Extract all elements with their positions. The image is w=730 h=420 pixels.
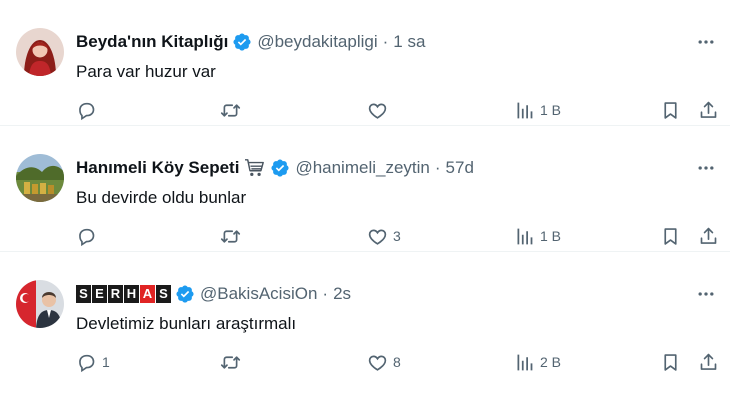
verified-badge-icon [175, 284, 195, 304]
share-icon [700, 227, 717, 244]
share-icon [700, 353, 717, 370]
like-button[interactable]: 3 [367, 224, 401, 248]
analytics-icon [517, 228, 533, 244]
like-count: 8 [393, 354, 401, 370]
action-bar: 1 B [0, 98, 730, 122]
separator-dot: · [322, 284, 329, 303]
retweet-icon [220, 229, 241, 243]
more-options-button[interactable] [694, 158, 718, 178]
share-button[interactable] [698, 224, 719, 248]
author-handle[interactable]: @beydakitapligi [257, 32, 377, 52]
logo-letter: E [92, 285, 107, 303]
garden-landscape-icon [16, 154, 64, 202]
verified-badge-icon [270, 158, 290, 178]
more-options-button[interactable] [694, 284, 718, 304]
timeline-feed: Beyda'nın Kitaplığı @beydakitapligi · 1 … [0, 0, 730, 378]
bookmark-icon [664, 353, 677, 371]
reply-count: 1 [102, 354, 110, 370]
action-bar: 1 8 2 B [0, 350, 730, 374]
retweet-button[interactable] [220, 350, 246, 374]
separator-dot: · [434, 158, 441, 177]
author-name-logo[interactable]: S E R H A S [76, 285, 171, 303]
tweet-card[interactable]: S E R H A S @BakisAcisiOn · 2s Devletimi… [0, 252, 730, 378]
share-button[interactable] [698, 350, 719, 374]
views-button[interactable]: 1 B [514, 224, 561, 248]
tweet-text: Para var huzur var [76, 62, 216, 81]
like-count: 3 [393, 228, 401, 244]
heart-icon [368, 355, 387, 371]
reply-icon [79, 228, 95, 246]
views-count: 1 B [540, 102, 562, 118]
retweet-icon [220, 355, 241, 369]
timestamp[interactable]: 1 sa [393, 32, 425, 52]
tweet-card[interactable]: Beyda'nın Kitaplığı @beydakitapligi · 1 … [0, 0, 730, 126]
tweet-header: Beyda'nın Kitaplığı @beydakitapligi · 1 … [76, 32, 425, 52]
avatar[interactable] [16, 280, 64, 328]
heart-icon [368, 103, 387, 119]
reply-button[interactable] [76, 98, 102, 122]
tweet-header: Hanımeli Köy Sepeti @hanimeli_zeytin · 5… [76, 158, 474, 178]
reply-button[interactable] [76, 224, 102, 248]
share-icon [700, 101, 717, 118]
tweet-header: S E R H A S @BakisAcisiOn · 2s [76, 284, 351, 304]
author-name[interactable]: Hanımeli Köy Sepeti [76, 158, 239, 178]
shopping-cart-icon [244, 158, 266, 178]
views-count: 2 B [540, 354, 562, 370]
tweet-card[interactable]: Hanımeli Köy Sepeti @hanimeli_zeytin · 5… [0, 126, 730, 252]
timestamp[interactable]: 2s [333, 284, 351, 304]
reply-icon [79, 354, 95, 372]
reply-icon [79, 102, 95, 120]
logo-letter: S [156, 285, 171, 303]
analytics-icon [517, 102, 533, 118]
turkish-flag-portrait-icon [16, 280, 64, 328]
reply-button[interactable]: 1 [76, 350, 110, 374]
retweet-button[interactable] [220, 98, 246, 122]
action-bar: 3 1 B [0, 224, 730, 248]
logo-letter: R [108, 285, 123, 303]
more-options-button[interactable] [694, 32, 718, 52]
share-button[interactable] [698, 98, 719, 122]
analytics-icon [517, 354, 533, 370]
logo-letter: A [140, 285, 155, 303]
avatar[interactable] [16, 28, 64, 76]
logo-letter: H [124, 285, 139, 303]
tweet-text: Bu devirde oldu bunlar [76, 188, 247, 207]
avatar[interactable] [16, 154, 64, 202]
bookmark-button[interactable] [660, 350, 681, 374]
like-button[interactable] [367, 98, 393, 122]
like-button[interactable]: 8 [367, 350, 401, 374]
bookmark-icon [664, 227, 677, 245]
more-dots-icon [698, 292, 714, 296]
verified-badge-icon [232, 32, 252, 52]
woman-portrait-icon [16, 28, 64, 76]
bookmark-button[interactable] [660, 224, 681, 248]
retweet-button[interactable] [220, 224, 246, 248]
more-dots-icon [698, 166, 714, 170]
views-button[interactable]: 1 B [514, 98, 561, 122]
more-dots-icon [698, 40, 714, 44]
views-button[interactable]: 2 B [514, 350, 561, 374]
separator-dot: · [382, 32, 389, 51]
author-handle[interactable]: @hanimeli_zeytin [295, 158, 429, 178]
heart-icon [368, 229, 387, 245]
retweet-icon [220, 103, 241, 117]
tweet-text: Devletimiz bunları araştırmalı [76, 314, 297, 333]
bookmark-icon [664, 101, 677, 119]
bookmark-button[interactable] [660, 98, 681, 122]
author-handle[interactable]: @BakisAcisiOn [200, 284, 317, 304]
logo-letter: S [76, 285, 91, 303]
timestamp[interactable]: 57d [446, 158, 474, 178]
author-name[interactable]: Beyda'nın Kitaplığı [76, 32, 228, 52]
views-count: 1 B [540, 228, 562, 244]
